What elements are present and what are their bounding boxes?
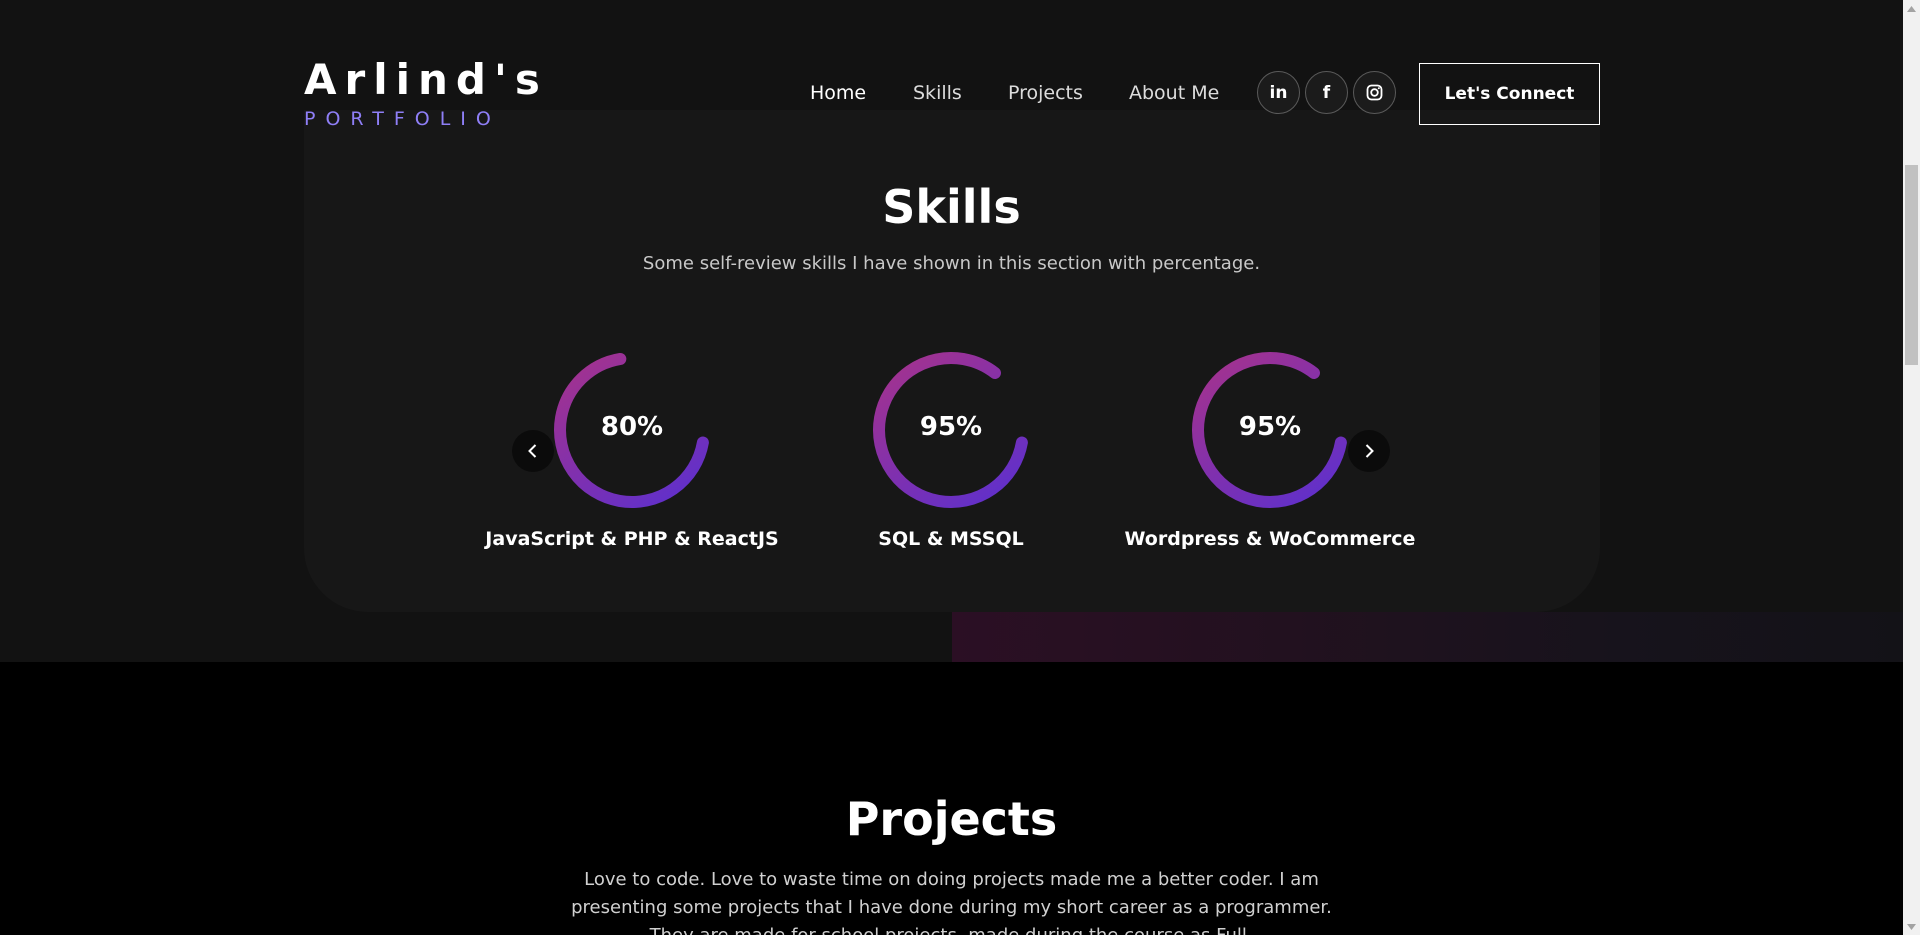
projects-title: Projects xyxy=(845,792,1058,846)
chevron-right-icon xyxy=(1365,444,1374,458)
linkedin-icon: in xyxy=(1269,82,1288,103)
carousel-prev-button[interactable] xyxy=(512,430,554,472)
brand-logo[interactable]: Arlind's PORTFOLIO xyxy=(304,55,548,131)
triangle-down-icon xyxy=(1907,923,1916,930)
skill-label: SQL & MSSQL xyxy=(878,528,1024,550)
instagram-button[interactable] xyxy=(1353,71,1396,114)
facebook-button[interactable]: f xyxy=(1305,71,1348,114)
vertical-scrollbar[interactable] xyxy=(1903,0,1920,935)
skills-title: Skills xyxy=(882,180,1021,234)
page: Arlind's PORTFOLIO Home Skills Projects … xyxy=(0,0,1903,935)
scrollbar-thumb[interactable] xyxy=(1905,165,1918,365)
skill-label: JavaScript & PHP & ReactJS xyxy=(485,528,779,550)
brand-subtitle: PORTFOLIO xyxy=(304,108,501,130)
nav-skills[interactable]: Skills xyxy=(913,82,962,104)
skill-label: Wordpress & WoCommerce xyxy=(1124,528,1416,550)
nav-about-me[interactable]: About Me xyxy=(1129,82,1219,104)
facebook-icon: f xyxy=(1322,82,1331,103)
carousel-next-button[interactable] xyxy=(1348,430,1390,472)
triangle-up-icon xyxy=(1907,5,1916,12)
skill-percent: 95% xyxy=(919,412,983,442)
chevron-left-icon xyxy=(528,444,537,458)
skill-item: 95% SQL & MSSQL xyxy=(801,350,1101,550)
instagram-icon xyxy=(1366,84,1383,101)
background-glow xyxy=(952,612,1903,662)
linkedin-button[interactable]: in xyxy=(1257,71,1300,114)
brand-name: Arlind's xyxy=(304,55,548,104)
nav-home[interactable]: Home xyxy=(810,82,866,104)
skills-description: Some self-review skills I have shown in … xyxy=(642,253,1261,274)
scroll-up-arrow[interactable] xyxy=(1903,0,1920,17)
scroll-down-arrow[interactable] xyxy=(1903,918,1920,935)
nav-projects[interactable]: Projects xyxy=(1008,82,1083,104)
projects-description: Love to code. Love to waste time on doin… xyxy=(571,869,1332,935)
lets-connect-button[interactable]: Let's Connect xyxy=(1419,63,1600,125)
